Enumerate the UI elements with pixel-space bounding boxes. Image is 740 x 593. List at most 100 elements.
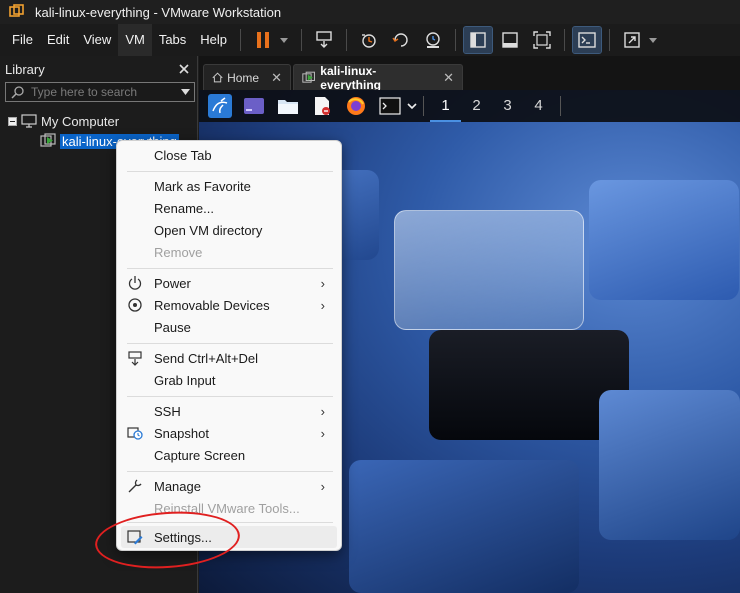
submenu-arrow-icon: ›: [320, 479, 325, 494]
menu-mark-favorite[interactable]: Mark as Favorite: [121, 175, 337, 197]
snapshot-icon: [362, 34, 376, 48]
send-ctrl-alt-del-button[interactable]: [310, 27, 338, 53]
submenu-arrow-icon: ›: [320, 276, 325, 291]
menu-separator: [127, 471, 333, 472]
terminal-launcher-icon[interactable]: [378, 94, 402, 118]
workspace-4[interactable]: 4: [523, 90, 554, 122]
panel-separator: [560, 96, 561, 116]
menu-vm[interactable]: VM: [118, 24, 152, 56]
menu-view[interactable]: View: [76, 24, 118, 56]
menu-bar: File Edit View VM Tabs Help: [0, 24, 740, 56]
tab-home-close-icon[interactable]: ✕: [271, 70, 282, 86]
menu-capture-screen[interactable]: Capture Screen: [121, 444, 337, 466]
full-screen-button[interactable]: [528, 27, 556, 53]
snapshot-manager-button[interactable]: [419, 27, 447, 53]
workspace-2[interactable]: 2: [461, 90, 492, 122]
guest-top-panel: 1 2 3 4: [199, 90, 740, 122]
terminal-icon: [379, 97, 401, 115]
thumbnail-bar-button[interactable]: [496, 27, 524, 53]
firefox-icon[interactable]: [344, 94, 368, 118]
menu-send-cad-label: Send Ctrl+Alt+Del: [154, 351, 259, 366]
menu-file[interactable]: File: [5, 24, 40, 56]
workspace-3[interactable]: 3: [492, 90, 523, 122]
stretch-guest-button[interactable]: [618, 27, 646, 53]
show-library-button[interactable]: [463, 26, 494, 54]
menu-separator: [127, 268, 333, 269]
menu-pause[interactable]: Pause: [121, 316, 337, 338]
menu-remove: Remove: [121, 241, 337, 263]
menu-snapshot[interactable]: Snapshot ›: [121, 422, 337, 444]
menu-power[interactable]: Power ›: [121, 272, 337, 294]
library-search: [5, 82, 195, 102]
toolbar-separator: [240, 29, 242, 51]
document-icon: [315, 97, 330, 115]
pause-button[interactable]: [249, 27, 277, 53]
take-snapshot-button[interactable]: [355, 27, 383, 53]
vmware-app-icon: [9, 4, 24, 17]
home-icon: [212, 72, 223, 83]
menu-rename-label: Rename...: [154, 201, 214, 216]
submenu-arrow-icon: ›: [320, 298, 325, 313]
menu-rename[interactable]: Rename...: [121, 197, 337, 219]
chevron-down-icon: [649, 37, 658, 43]
menu-help[interactable]: Help: [193, 24, 234, 56]
tree-node-my-computer[interactable]: My Computer: [8, 112, 179, 130]
revert-snapshot-icon: [392, 33, 408, 47]
menu-edit[interactable]: Edit: [40, 24, 76, 56]
snapshot-manager-icon: [426, 32, 440, 48]
menu-close-tab[interactable]: Close Tab: [121, 144, 337, 166]
menu-snapshot-label: Snapshot: [154, 426, 209, 441]
library-title: Library: [5, 61, 45, 77]
menu-tabs[interactable]: Tabs: [152, 24, 193, 56]
power-dropdown[interactable]: [279, 37, 289, 43]
kali-dragon-icon: [212, 97, 228, 114]
browser-icon: [347, 97, 365, 115]
stretch-dropdown[interactable]: [648, 37, 658, 43]
kali-menu-icon[interactable]: [208, 94, 232, 118]
vm-running-icon: [40, 133, 56, 147]
menu-ssh-label: SSH: [154, 404, 181, 419]
menu-send-ctrl-alt-del[interactable]: Send Ctrl+Alt+Del: [121, 347, 337, 369]
menu-ssh[interactable]: SSH ›: [121, 400, 337, 422]
show-desktop-icon[interactable]: [242, 94, 266, 118]
desktop-icon: [244, 98, 264, 114]
revert-snapshot-button[interactable]: [387, 27, 415, 53]
menu-manage[interactable]: Manage ›: [121, 475, 337, 497]
close-icon[interactable]: [179, 64, 189, 74]
menu-mark-favorite-label: Mark as Favorite: [154, 179, 251, 194]
menu-close-tab-label: Close Tab: [154, 148, 212, 163]
library-header: Library: [0, 56, 197, 82]
menu-open-dir-label: Open VM directory: [154, 223, 263, 238]
chevron-down-icon[interactable]: [181, 89, 190, 95]
toolbar-separator: [455, 29, 457, 51]
chevron-down-icon: [280, 37, 289, 43]
disc-icon: [128, 298, 142, 312]
keyboard-send-icon: [128, 351, 142, 366]
tab-vm[interactable]: kali-linux-everything ✕: [293, 64, 463, 92]
collapse-toggle[interactable]: [8, 116, 17, 126]
tab-vm-close-icon[interactable]: ✕: [443, 70, 454, 86]
menu-separator: [127, 343, 333, 344]
toolbar-separator: [301, 29, 303, 51]
file-manager-icon[interactable]: [276, 94, 300, 118]
menu-pause-label: Pause: [154, 320, 191, 335]
console-view-button[interactable]: [572, 26, 603, 54]
menu-power-label: Power: [154, 276, 191, 291]
chevron-down-icon[interactable]: [407, 102, 417, 110]
thumbnail-panel-icon: [502, 32, 518, 48]
pause-icon: [257, 32, 270, 48]
tab-home[interactable]: Home ✕: [203, 64, 291, 90]
computer-icon: [21, 114, 37, 128]
title-bar: kali-linux-everything - VMware Workstati…: [0, 0, 740, 24]
menu-separator: [127, 396, 333, 397]
tree-label-my-computer: My Computer: [41, 113, 120, 129]
submenu-arrow-icon: ›: [320, 426, 325, 441]
menu-removable-devices[interactable]: Removable Devices ›: [121, 294, 337, 316]
text-editor-icon[interactable]: [310, 94, 334, 118]
menu-grab-input[interactable]: Grab Input: [121, 369, 337, 391]
workspace-1[interactable]: 1: [430, 90, 461, 122]
panel-separator: [423, 96, 424, 116]
menu-open-vm-directory[interactable]: Open VM directory: [121, 219, 337, 241]
library-search-input[interactable]: [31, 85, 171, 99]
fullscreen-icon: [533, 31, 551, 49]
